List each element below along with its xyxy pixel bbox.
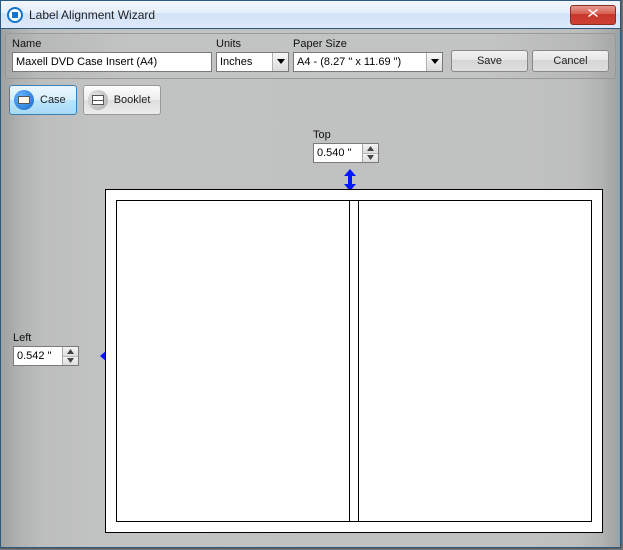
chevron-down-icon[interactable] <box>63 357 78 366</box>
units-label: Units <box>216 38 289 50</box>
body: Name Units Inches Paper Size A4 - (8.27 … <box>1 29 620 547</box>
left-margin-stepper[interactable]: 0.542 " <box>13 346 79 366</box>
page-preview <box>105 189 603 533</box>
chevron-down-icon <box>272 53 288 71</box>
chevron-up-icon[interactable] <box>363 144 378 154</box>
chevron-down-icon[interactable] <box>363 154 378 163</box>
tab-booklet-label: Booklet <box>114 94 151 106</box>
tab-case[interactable]: Case <box>9 85 77 115</box>
paper-size-field: Paper Size A4 - (8.27 " x 11.69 ") <box>293 38 443 72</box>
save-label: Save <box>477 55 502 67</box>
chevron-up-icon[interactable] <box>63 347 78 357</box>
paper-size-select[interactable]: A4 - (8.27 " x 11.69 ") <box>293 52 443 72</box>
app-icon <box>7 7 23 23</box>
paper-size-label: Paper Size <box>293 38 443 50</box>
label-outline <box>116 200 592 522</box>
left-margin-value: 0.542 " <box>14 350 62 362</box>
top-margin-group: Top 0.540 " <box>313 129 379 163</box>
label-spine <box>349 201 359 521</box>
top-margin-value: 0.540 " <box>314 147 362 159</box>
left-margin-label: Left <box>13 332 31 344</box>
titlebar[interactable]: Label Alignment Wizard <box>1 1 620 29</box>
window-title: Label Alignment Wizard <box>29 8 155 22</box>
save-button[interactable]: Save <box>451 50 528 72</box>
booklet-icon <box>88 90 108 110</box>
tab-case-label: Case <box>40 94 66 106</box>
close-button[interactable] <box>570 5 616 25</box>
tabs: Case Booklet <box>9 85 616 115</box>
paper-size-value: A4 - (8.27 " x 11.69 ") <box>297 56 426 68</box>
window: Label Alignment Wizard Name Units Inches <box>0 0 621 548</box>
cancel-label: Cancel <box>553 55 587 67</box>
name-field: Name <box>12 38 212 72</box>
top-margin-stepper[interactable]: 0.540 " <box>313 143 379 163</box>
units-field: Units Inches <box>216 38 289 72</box>
tab-booklet[interactable]: Booklet <box>83 85 162 115</box>
name-input[interactable] <box>12 52 212 72</box>
top-margin-label: Top <box>313 129 331 141</box>
spin-arrows <box>62 347 78 365</box>
case-icon <box>14 90 34 110</box>
cancel-button[interactable]: Cancel <box>532 50 609 72</box>
close-icon <box>588 9 598 20</box>
config-row: Name Units Inches Paper Size A4 - (8.27 … <box>5 33 616 79</box>
left-margin-group: Left 0.542 " <box>13 332 79 366</box>
units-value: Inches <box>220 56 272 68</box>
chevron-down-icon <box>426 53 442 71</box>
spin-arrows <box>362 144 378 162</box>
preview-area: Top 0.540 " Left 0.542 " <box>1 129 620 547</box>
name-label: Name <box>12 38 212 50</box>
units-select[interactable]: Inches <box>216 52 289 72</box>
